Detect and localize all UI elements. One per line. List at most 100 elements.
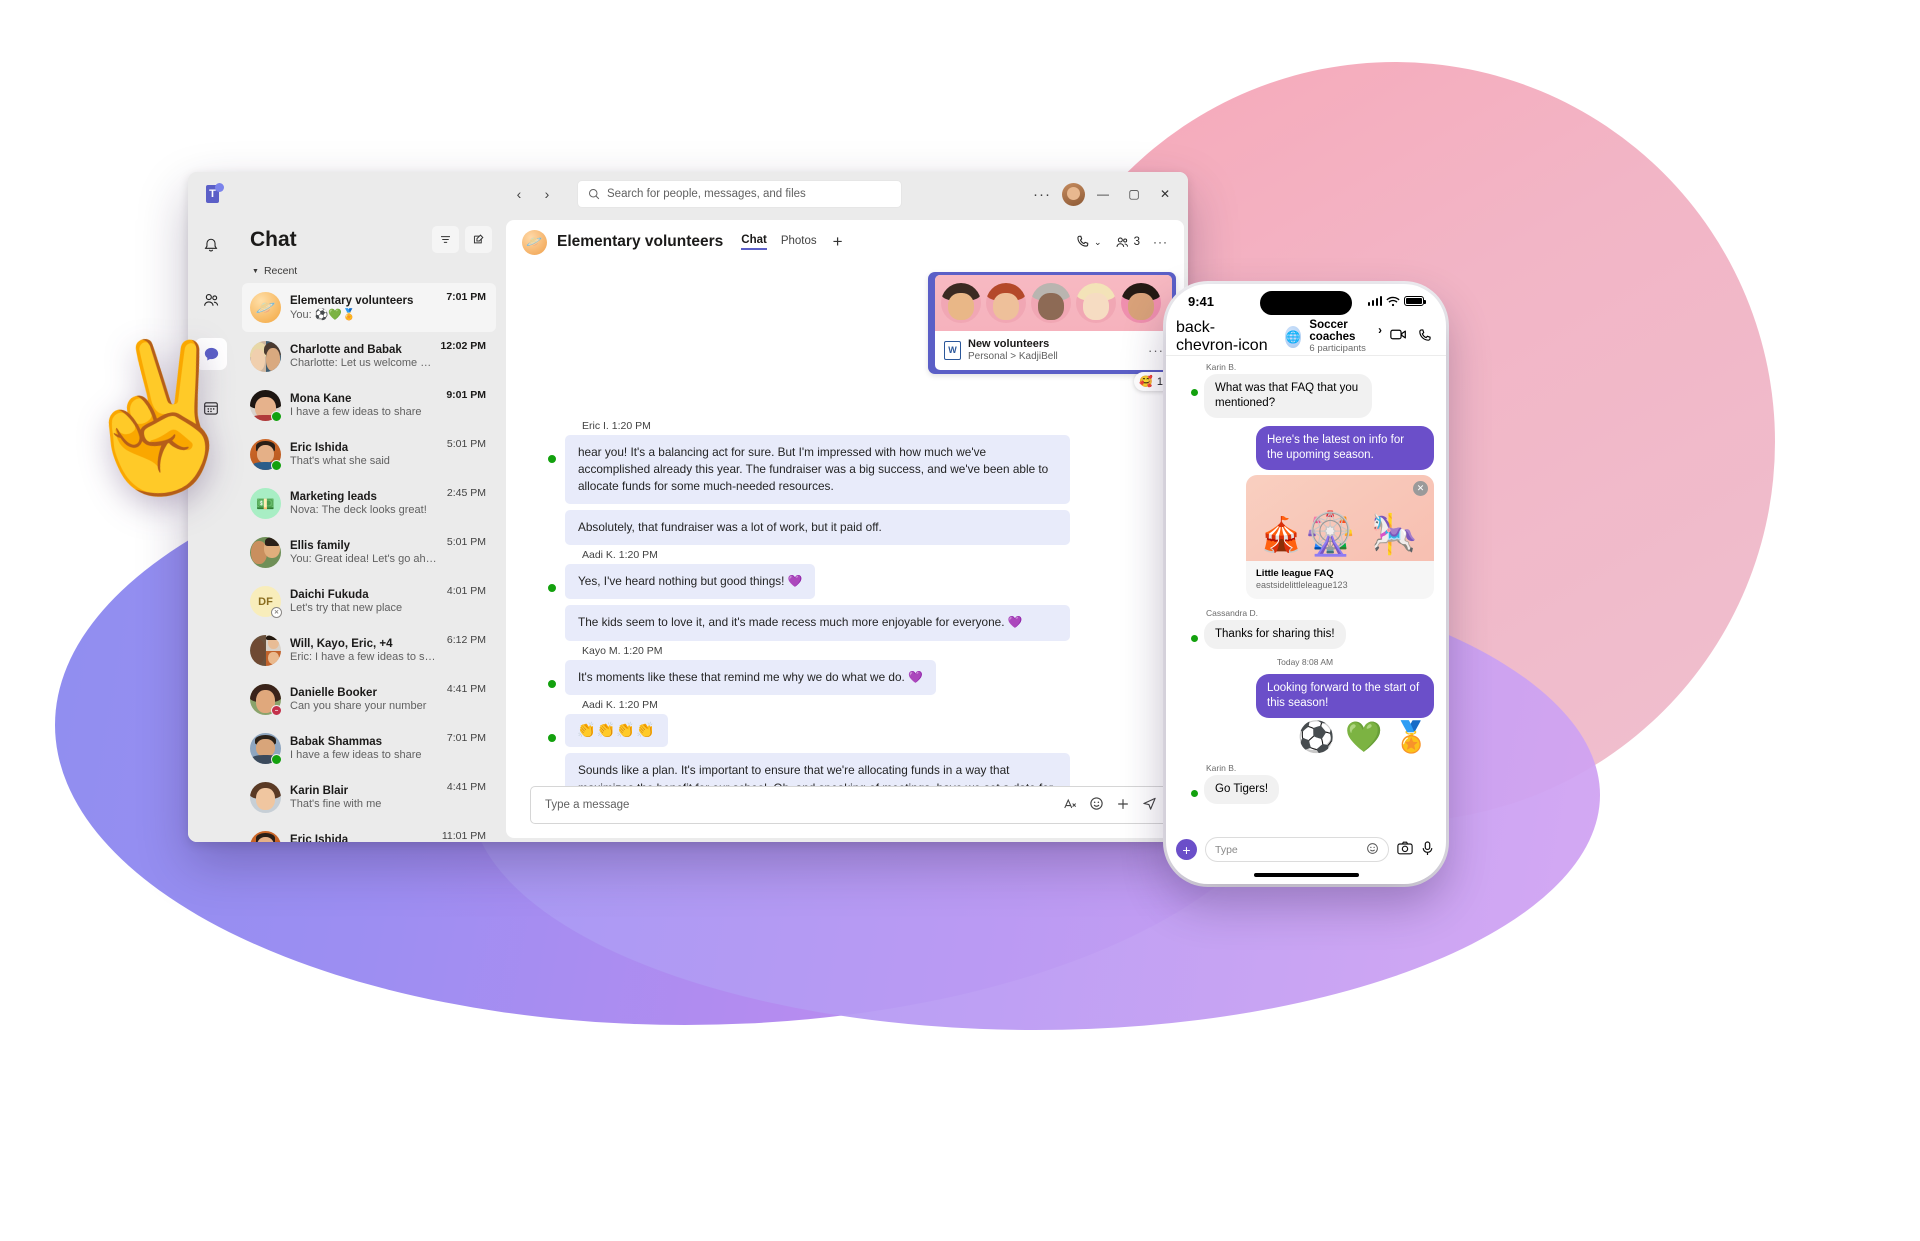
presence-badge — [271, 460, 282, 471]
add-tab-button[interactable]: + — [833, 232, 843, 252]
presence-badge — [547, 454, 557, 464]
message-bubble[interactable]: Yes, I've heard nothing but good things!… — [565, 564, 816, 600]
emoji-icon[interactable] — [1089, 796, 1104, 814]
phone-message-input[interactable]: Type — [1205, 837, 1389, 862]
chat-list-item[interactable]: Ellis family You: Great idea! Let's go a… — [242, 528, 496, 577]
conversation-more-button[interactable]: ··· — [1153, 235, 1168, 249]
close-button[interactable]: ✕ — [1152, 182, 1178, 206]
phone-message-list[interactable]: Karin B. What was that FAQ that you menti… — [1166, 356, 1446, 831]
message-input-placeholder[interactable]: Type a message — [545, 799, 1051, 811]
message-bubble[interactable]: It's moments like these that remind me w… — [565, 659, 936, 695]
message-bubble[interactable]: Sounds like a plan. It's important to en… — [565, 753, 1070, 786]
message-group: Aadi K. 1:20 PM Yes, I've heard nothing b… — [530, 549, 1166, 641]
chat-list-item[interactable]: Mona Kane I have a few ideas to share 9:… — [242, 381, 496, 430]
search-input[interactable]: Search for people, messages, and files — [577, 180, 902, 208]
message-list[interactable]: W New volunteers Personal > KadjiBell ··… — [506, 264, 1184, 786]
camera-button[interactable] — [1397, 841, 1413, 858]
phone-message-bubble-incoming[interactable]: Go Tigers! — [1204, 774, 1280, 804]
plus-icon[interactable] — [1116, 797, 1130, 814]
presence-badge — [271, 411, 282, 422]
message-bubble[interactable]: hear you! It's a balancing act for sure.… — [565, 435, 1070, 505]
conversation-title: Elementary volunteers — [557, 233, 724, 250]
phone-link-card[interactable]: 🎪 🎡 🎠 ✕ Little league FAQ eastsidelittle… — [1246, 474, 1434, 599]
compose-button[interactable] — [465, 226, 492, 253]
shared-file-title: New volunteers — [968, 338, 1050, 350]
phone-call-button[interactable] — [1418, 328, 1432, 345]
window-titlebar: T ‹ › Search for people, messages, and f… — [188, 172, 1188, 216]
maximize-button[interactable]: ▢ — [1121, 182, 1147, 206]
back-chevron-icon[interactable]: back-chevron-icon — [1176, 319, 1277, 355]
phone-add-button[interactable]: + — [1176, 839, 1197, 860]
shared-file-more-button[interactable]: ··· — [1148, 343, 1164, 358]
tab-photos[interactable]: Photos — [781, 235, 817, 249]
microphone-button[interactable] — [1421, 840, 1434, 859]
presence-badge — [547, 678, 557, 689]
chat-list-item[interactable]: Eric Ishida See you soon! 11:01 PM — [242, 822, 496, 842]
participants-button[interactable]: 3 — [1115, 235, 1140, 250]
chat-list-item[interactable]: Charlotte and Babak Charlotte: Let us we… — [242, 332, 496, 381]
call-options-chevron[interactable]: ⌄ — [1094, 237, 1102, 248]
forward-button[interactable]: › — [535, 182, 559, 206]
chat-list-scroll[interactable]: 🪐 Elementary volunteers You: ⚽💚🏅 7:01 PM… — [242, 283, 496, 842]
teams-logo-icon: T — [202, 183, 224, 205]
minimize-button[interactable]: — — [1090, 182, 1116, 206]
message-bubble[interactable]: The kids seem to love it, and it's made … — [565, 605, 1070, 641]
phone-message-bubble-outgoing[interactable]: Here's the latest on info for the upomin… — [1256, 425, 1434, 470]
tab-chat[interactable]: Chat — [741, 234, 767, 250]
chat-list-item[interactable]: – Danielle Booker Can you share your num… — [242, 675, 496, 724]
message-bubble[interactable]: 👏👏👏👏 — [565, 713, 668, 748]
group-avatar: 🌐 — [1284, 325, 1302, 348]
avatar — [250, 537, 281, 568]
video-call-icon — [1390, 329, 1406, 340]
chat-list-item[interactable]: 💵 Marketing leads Nova: The deck looks g… — [242, 479, 496, 528]
chat-item-time: 4:41 PM — [446, 781, 486, 793]
chat-list-section-header[interactable]: ▼ Recent — [242, 257, 496, 283]
message-row: Yes, I've heard nothing but good things!… — [530, 564, 1166, 600]
chat-list-item[interactable]: 🪐 Elementary volunteers You: ⚽💚🏅 7:01 PM — [242, 283, 496, 332]
avatar — [530, 662, 557, 689]
close-icon[interactable]: ✕ — [1413, 480, 1428, 496]
phone-message-bubble-incoming[interactable]: What was that FAQ that you mentioned? — [1204, 374, 1372, 418]
sticker[interactable]: ⚽ — [1298, 722, 1335, 753]
shared-file-card[interactable]: W New volunteers Personal > KadjiBell ··… — [928, 272, 1176, 374]
format-icon[interactable] — [1063, 797, 1077, 814]
rail-item-teams[interactable] — [195, 284, 227, 316]
phone-composer: + Type — [1166, 831, 1446, 866]
user-avatar[interactable] — [1062, 182, 1085, 206]
titlebar-more-button[interactable]: ··· — [1027, 186, 1057, 203]
filter-button[interactable] — [432, 226, 459, 253]
back-button[interactable]: ‹ — [507, 182, 531, 206]
avatar — [941, 283, 981, 323]
group-name[interactable]: Soccer coaches › — [1309, 319, 1382, 343]
microphone-icon — [1422, 840, 1433, 855]
message-composer[interactable]: Type a message — [530, 786, 1168, 824]
emoji-icon[interactable] — [1366, 842, 1379, 858]
chat-item-time: 7:01 PM — [446, 291, 486, 303]
rail-item-activity[interactable] — [195, 230, 227, 262]
avatar — [250, 635, 281, 666]
sticker[interactable]: 💚 — [1345, 722, 1382, 753]
chat-list-item[interactable]: Karin Blair That's fine with me 4:41 PM — [242, 773, 496, 822]
chat-item-preview: That's what she said — [290, 455, 390, 467]
chat-item-name: Eric Ishida — [290, 442, 349, 454]
send-icon[interactable] — [1142, 796, 1157, 814]
search-placeholder: Search for people, messages, and files — [607, 188, 806, 200]
bell-icon — [204, 238, 218, 252]
phone-message-bubble-outgoing[interactable]: Looking forward to the start of this sea… — [1256, 673, 1434, 718]
chevron-right-icon: › — [1378, 325, 1382, 337]
video-call-button[interactable] — [1390, 328, 1407, 345]
chat-list-item[interactable]: Will, Kayo, Eric, +4 Eric: I have a few … — [242, 626, 496, 675]
phone-message-row: Here's the latest on info for the upomin… — [1176, 425, 1434, 470]
chat-list-item[interactable]: Eric Ishida That's what she said 5:01 PM — [242, 430, 496, 479]
chat-list-item[interactable]: Babak Shammas I have a few ideas to shar… — [242, 724, 496, 773]
avatar — [986, 283, 1026, 323]
chat-item-time: 4:41 PM — [446, 683, 486, 695]
message-bubble[interactable]: Absolutely, that fundraiser was a lot of… — [565, 510, 1070, 546]
mobile-phone-mockup: 9:41 back-chevron-icon 🌐 Soccer coaches … — [1166, 284, 1446, 884]
phone-message-bubble-incoming[interactable]: Thanks for sharing this! — [1204, 619, 1346, 649]
call-button[interactable] — [1076, 234, 1090, 251]
chat-list-item[interactable]: DF ✕ Daichi Fukuda Let's try that new pla… — [242, 577, 496, 626]
wifi-icon — [1386, 296, 1400, 306]
avatar — [1076, 283, 1116, 323]
sticker[interactable]: 🏅 — [1393, 722, 1430, 753]
